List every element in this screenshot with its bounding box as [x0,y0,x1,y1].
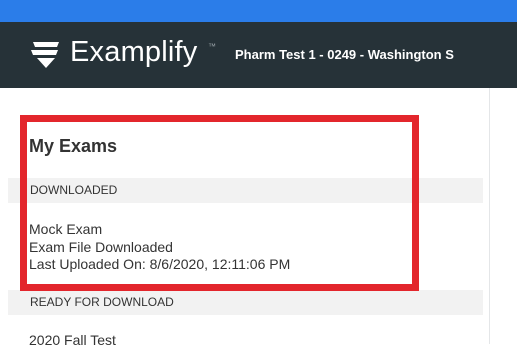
examplify-logo-icon [31,42,59,68]
exam-last-uploaded: Last Uploaded On: 8/6/2020, 12:11:06 PM [29,256,291,272]
trademark-mark: ™ [208,42,216,51]
exam-sidebar: My Exams DOWNLOADED Mock Exam Exam File … [0,88,489,348]
exam-name-mock[interactable]: Mock Exam [29,221,102,237]
section-header-ready: READY FOR DOWNLOAD [8,290,483,315]
exam-name-fall-test[interactable]: 2020 Fall Test [29,332,116,348]
exam-title: Pharm Test 1 - 0249 - Washington S [235,47,454,62]
panel-divider [489,88,490,344]
section-header-downloaded: DOWNLOADED [8,178,483,203]
top-accent-bar [0,0,517,22]
page-title: My Exams [29,136,118,156]
app-header: Examplify ™ Pharm Test 1 - 0249 - Washin… [0,22,517,88]
exam-status: Exam File Downloaded [29,239,173,255]
brand-name: Examplify [70,36,198,68]
